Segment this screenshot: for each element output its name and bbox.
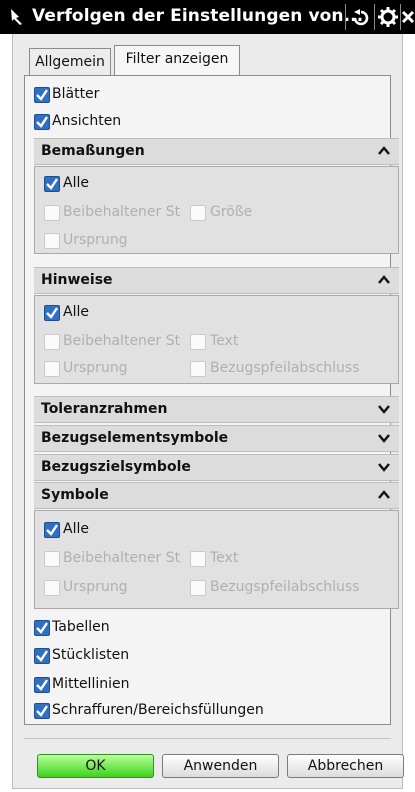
footer-divider <box>24 738 391 739</box>
label-beibehaltener-stil: Beibehaltener St <box>63 550 181 566</box>
checkbox-beibehaltener-stil[interactable] <box>44 551 60 567</box>
title-separator <box>374 4 375 30</box>
checkmark-icon <box>36 679 48 691</box>
section-header-bezugszielsymbole[interactable]: Bezugszielsymbole <box>34 454 399 481</box>
section-title: Bezugselementsymbole <box>41 430 229 446</box>
checkmark-icon <box>36 622 48 634</box>
chevron-down-icon <box>378 463 390 472</box>
label-beibehaltener-stil: Beibehaltener St <box>63 333 181 349</box>
chevron-up-icon <box>378 275 390 284</box>
checkbox-ansichten[interactable] <box>34 114 50 130</box>
label-beibehaltener-stil: Beibehaltener St <box>63 204 181 220</box>
chevron-up-icon <box>378 490 390 499</box>
label-alle: Alle <box>63 521 89 537</box>
checkbox-bezugspfeilabschluss[interactable] <box>190 580 206 596</box>
checkbox-blaetter[interactable] <box>34 87 50 103</box>
checkmark-icon <box>46 524 58 536</box>
checkbox-schraffuren[interactable] <box>34 703 50 719</box>
tab-filter-anzeigen[interactable]: Filter anzeigen <box>114 45 240 75</box>
checkmark-icon <box>36 116 48 128</box>
label-alle: Alle <box>63 175 89 191</box>
section-header-bemassungen[interactable]: Bemaßungen <box>34 138 399 165</box>
section-title: Toleranzrahmen <box>41 401 168 417</box>
checkmark-icon <box>36 89 48 101</box>
label-bezugspfeilabschluss: Bezugspfeilabschluss <box>210 579 360 595</box>
label-groesse: Größe <box>210 204 253 220</box>
label-bezugspfeilabschluss: Bezugspfeilabschluss <box>210 360 360 376</box>
pin-icon[interactable] <box>8 7 26 27</box>
checkbox-alle[interactable] <box>44 522 60 538</box>
section-header-toleranzrahmen[interactable]: Toleranzrahmen <box>34 396 399 423</box>
chevron-down-icon <box>378 434 390 443</box>
label-ansichten: Ansichten <box>52 113 122 129</box>
section-header-symbole[interactable]: Symbole <box>34 482 399 509</box>
label-alle: Alle <box>63 304 89 320</box>
section-title: Bezugszielsymbole <box>41 459 191 475</box>
section-header-hinweise[interactable]: Hinweise <box>34 267 399 294</box>
label-tabellen: Tabellen <box>52 619 110 635</box>
checkbox-text[interactable] <box>190 334 206 350</box>
label-schraffuren: Schraffuren/Bereichsfüllungen <box>52 702 264 718</box>
section-header-bezugselementsymbole[interactable]: Bezugselementsymbole <box>34 425 399 452</box>
label-blaetter: Blätter <box>52 86 100 102</box>
label-mittellinien: Mittellinien <box>52 676 130 692</box>
cancel-button[interactable]: Abbrechen <box>287 754 404 778</box>
tab-allgemein[interactable]: Allgemein <box>29 48 111 75</box>
close-icon[interactable] <box>401 6 415 28</box>
chevron-down-icon <box>378 405 390 414</box>
checkbox-ursprung[interactable] <box>44 233 60 249</box>
checkmark-icon <box>36 650 48 662</box>
chevron-up-icon <box>378 146 390 155</box>
label-ursprung: Ursprung <box>63 360 128 376</box>
label-text: Text <box>210 550 239 566</box>
checkmark-icon <box>36 705 48 717</box>
ok-button[interactable]: OK <box>37 754 154 778</box>
label-text: Text <box>210 333 239 349</box>
label-stuecklisten: Stücklisten <box>52 647 130 663</box>
section-title: Hinweise <box>41 272 113 288</box>
settings-gear-icon[interactable] <box>377 6 399 28</box>
checkbox-tabellen[interactable] <box>34 620 50 636</box>
label-ursprung: Ursprung <box>63 579 128 595</box>
checkbox-ursprung[interactable] <box>44 361 60 377</box>
title-separator <box>345 4 346 30</box>
checkbox-ursprung[interactable] <box>44 580 60 596</box>
section-title: Bemaßungen <box>41 143 145 159</box>
checkmark-icon <box>46 307 58 319</box>
checkbox-mittellinien[interactable] <box>34 677 50 693</box>
checkbox-stuecklisten[interactable] <box>34 648 50 664</box>
checkbox-groesse[interactable] <box>190 205 206 221</box>
checkmark-icon <box>46 178 58 190</box>
checkbox-beibehaltener-stil[interactable] <box>44 205 60 221</box>
section-title: Symbole <box>41 487 109 503</box>
window-title: Verfolgen der Einstellungen von... <box>32 6 364 26</box>
label-ursprung: Ursprung <box>63 232 128 248</box>
checkbox-alle[interactable] <box>44 305 60 321</box>
checkbox-bezugspfeilabschluss[interactable] <box>190 361 206 377</box>
dialog-window: Verfolgen der Einstellungen von... Allge… <box>0 0 415 792</box>
title-bar: Verfolgen der Einstellungen von... <box>0 0 415 34</box>
apply-button[interactable]: Anwenden <box>162 754 279 778</box>
checkbox-alle[interactable] <box>44 176 60 192</box>
reset-icon[interactable] <box>350 6 372 28</box>
checkbox-text[interactable] <box>190 551 206 567</box>
checkbox-beibehaltener-stil[interactable] <box>44 334 60 350</box>
